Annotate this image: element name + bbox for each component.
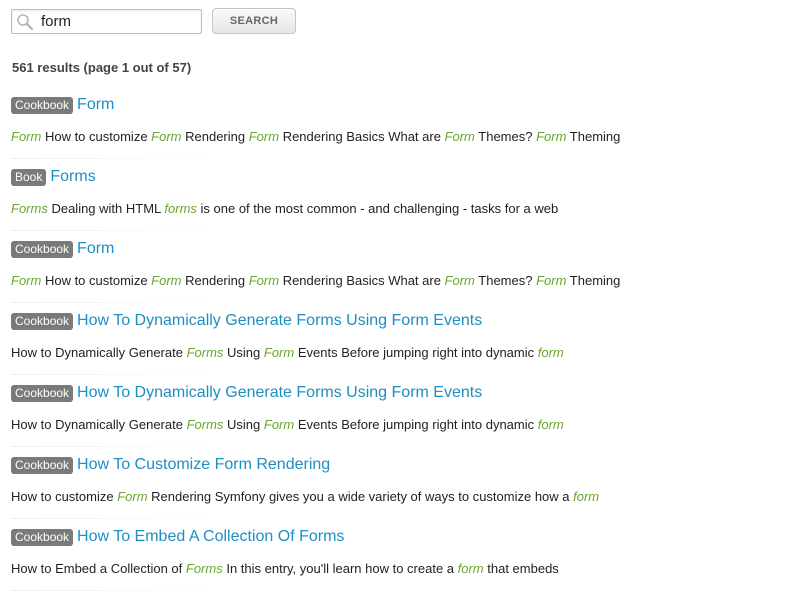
result-title-link[interactable]: How To Dynamically Generate Forms Using …: [77, 312, 482, 330]
snippet-text: In this entry, you'll learn how to creat…: [222, 561, 458, 576]
result-snippet: How to Dynamically Generate Forms Using …: [11, 417, 564, 432]
result-divider: [11, 446, 221, 447]
result-title-link[interactable]: How To Customize Form Rendering: [77, 456, 330, 474]
result-title-row: Cookbook Form: [11, 94, 781, 116]
search-field[interactable]: [11, 8, 202, 34]
highlighted-term: Form: [11, 273, 42, 288]
result-title-row: Cookbook How To Dynamically Generate Form…: [11, 310, 781, 332]
search-result: Cookbook How To Dynamically Generate Form…: [11, 382, 781, 454]
snippet-text: is one of the most common - and challeng…: [196, 201, 559, 216]
snippet-text: Dealing with HTML: [47, 201, 165, 216]
highlighted-term: Form: [11, 129, 42, 144]
search-input[interactable]: [41, 10, 191, 32]
result-title-row: Cookbook Form: [11, 238, 781, 260]
result-title-row: Cookbook How To Embed A Collection Of For…: [11, 526, 781, 548]
result-title-link[interactable]: Form: [77, 240, 114, 258]
result-category-badge: Cookbook: [11, 312, 74, 330]
highlighted-term: Forms: [186, 345, 224, 360]
result-divider: [11, 374, 221, 375]
snippet-text: How to customize: [41, 273, 152, 288]
snippet-text: Rendering Basics What are: [279, 129, 445, 144]
highlighted-term: Forms: [185, 561, 223, 576]
snippet-text: Events Before jumping right into dynamic: [294, 345, 538, 360]
search-icon: [17, 13, 34, 30]
snippet-text: How to Dynamically Generate: [11, 417, 187, 432]
result-category-badge: Cookbook: [11, 456, 74, 474]
result-divider: [11, 518, 221, 519]
result-category-badge: Cookbook: [11, 240, 74, 258]
snippet-text: Events Before jumping right into dynamic: [294, 417, 538, 432]
result-title-row: Cookbook How To Customize Form Rendering: [11, 454, 781, 476]
result-snippet: How to Dynamically Generate Forms Using …: [11, 345, 564, 360]
result-snippet: Form How to customize Form Rendering For…: [11, 129, 620, 144]
snippet-text: Theming: [566, 273, 621, 288]
snippet-text: Rendering Basics What are: [279, 273, 445, 288]
highlighted-term: form: [537, 345, 564, 360]
search-results-page: SEARCH 561 results (page 1 out of 57) Co…: [0, 0, 800, 591]
snippet-text: How to Dynamically Generate: [11, 345, 187, 360]
snippet-text: Themes?: [474, 129, 537, 144]
search-result: Book Forms Forms Dealing with HTML forms i…: [11, 166, 781, 238]
snippet-text: Rendering Symfony gives you a wide varie…: [147, 489, 574, 504]
result-divider: [11, 302, 221, 303]
highlighted-term: Form: [248, 273, 280, 288]
highlighted-term: Form: [536, 129, 567, 144]
result-title-link[interactable]: Forms: [50, 168, 95, 186]
snippet-text: Rendering: [181, 129, 249, 144]
snippet-text: How to customize: [11, 489, 118, 504]
search-bar: SEARCH: [11, 8, 296, 34]
search-result: Cookbook How To Customize Form Rendering H…: [11, 454, 781, 526]
result-snippet: How to customize Form Rendering Symfony …: [11, 489, 599, 504]
snippet-text: Theming: [566, 129, 621, 144]
highlighted-term: Form: [263, 345, 295, 360]
highlighted-term: Form: [151, 129, 182, 144]
result-snippet: Form How to customize Form Rendering For…: [11, 273, 620, 288]
result-title-link[interactable]: How To Dynamically Generate Forms Using …: [77, 384, 482, 402]
highlighted-term: Forms: [186, 417, 224, 432]
result-category-badge: Cookbook: [11, 96, 74, 114]
result-title-link[interactable]: Form: [77, 96, 114, 114]
result-category-badge: Cookbook: [11, 384, 74, 402]
highlighted-term: Form: [444, 129, 475, 144]
highlighted-term: Form: [536, 273, 567, 288]
highlighted-term: form: [537, 417, 564, 432]
result-category-badge: Cookbook: [11, 528, 74, 546]
search-button[interactable]: SEARCH: [212, 8, 296, 34]
results-list: Cookbook Form Form How to customize Form R…: [11, 94, 781, 591]
result-snippet: Forms Dealing with HTML forms is one of …: [11, 201, 558, 216]
search-result: Cookbook How To Embed A Collection Of For…: [11, 526, 781, 591]
search-result: Cookbook Form Form How to customize Form R…: [11, 238, 781, 310]
snippet-text: Using: [223, 417, 264, 432]
highlighted-term: Form: [248, 129, 280, 144]
highlighted-term: Form: [263, 417, 295, 432]
result-divider: [11, 230, 221, 231]
result-category-badge: Book: [11, 168, 47, 186]
snippet-text: Rendering: [181, 273, 249, 288]
highlighted-term: form: [573, 489, 600, 504]
snippet-text: that embeds: [483, 561, 559, 576]
highlighted-term: Form: [117, 489, 148, 504]
highlighted-term: Forms: [11, 201, 48, 216]
highlighted-term: Form: [151, 273, 182, 288]
search-result: Cookbook How To Dynamically Generate Form…: [11, 310, 781, 382]
result-title-row: Cookbook How To Dynamically Generate Form…: [11, 382, 781, 404]
snippet-text: How to customize: [41, 129, 152, 144]
snippet-text: Themes?: [474, 273, 537, 288]
highlighted-term: form: [457, 561, 484, 576]
result-title-link[interactable]: How To Embed A Collection Of Forms: [77, 528, 344, 546]
result-snippet: How to Embed a Collection of Forms In th…: [11, 561, 559, 576]
search-result: Cookbook Form Form How to customize Form R…: [11, 94, 781, 166]
highlighted-term: Form: [444, 273, 475, 288]
result-divider: [11, 158, 221, 159]
results-summary: 561 results (page 1 out of 57): [12, 60, 192, 75]
snippet-text: How to Embed a Collection of: [11, 561, 186, 576]
snippet-text: Using: [223, 345, 264, 360]
highlighted-term: forms: [164, 201, 197, 216]
result-title-row: Book Forms: [11, 166, 781, 188]
